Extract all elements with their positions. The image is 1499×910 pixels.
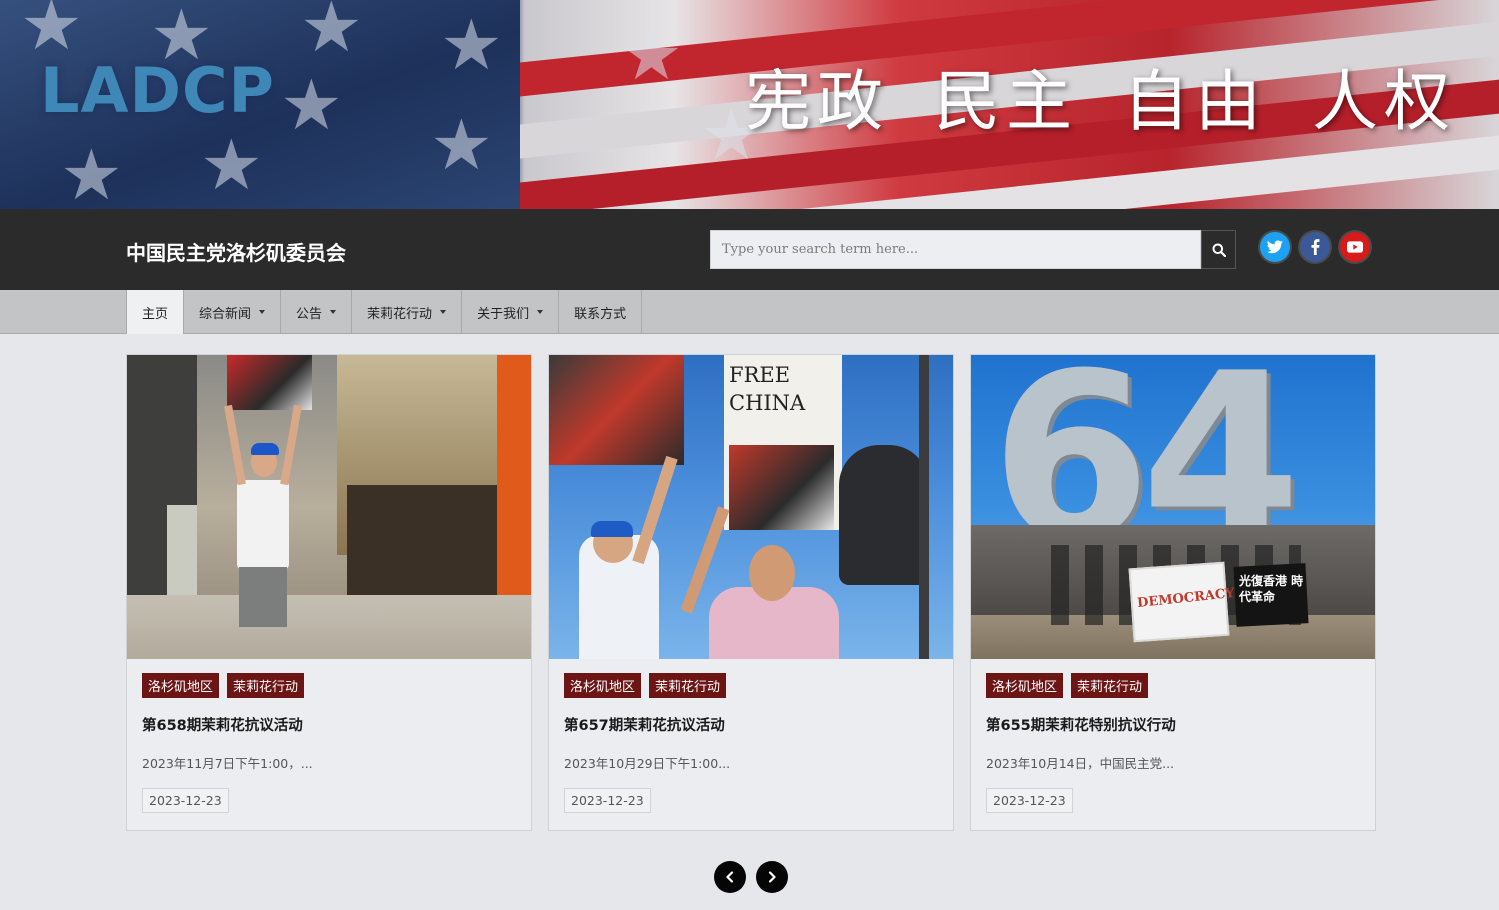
nav-item-label: 茉莉花行动 — [367, 306, 433, 322]
nav-item-label: 联系方式 — [574, 306, 627, 322]
photo-person-shirt — [237, 480, 289, 570]
category-tag[interactable]: 茉莉花行动 — [1071, 673, 1149, 698]
social-links — [1260, 232, 1370, 262]
nav-item-label: 综合新闻 — [199, 306, 252, 322]
star-icon: ★ — [60, 134, 123, 209]
twitter-button[interactable] — [1260, 232, 1290, 262]
nav-item-contact[interactable]: 联系方式 — [559, 290, 643, 334]
photo-person-cap — [251, 443, 279, 455]
nav-item-about[interactable]: 关于我们 — [462, 290, 560, 334]
photo-person-head — [749, 545, 795, 601]
search-input[interactable] — [710, 230, 1201, 269]
nav-item-label: 公告 — [296, 306, 323, 322]
carousel-pager — [714, 861, 788, 893]
star-icon: ★ — [620, 14, 683, 96]
post-thumbnail[interactable]: FREE CHINA — [549, 355, 953, 659]
post-thumbnail[interactable] — [127, 355, 531, 659]
star-icon: ★ — [430, 104, 493, 186]
photo-ground — [127, 595, 531, 659]
twitter-icon — [1267, 240, 1283, 254]
nav-item-announcements[interactable]: 公告 — [281, 290, 353, 334]
star-icon: ★ — [280, 64, 343, 146]
photo-person-shorts — [239, 567, 287, 627]
post-title[interactable]: 第658期茉莉花抗议活动 — [142, 714, 303, 735]
star-icon: ★ — [200, 124, 263, 206]
photo-sign-graphic — [729, 445, 834, 530]
photo-doorway — [347, 485, 497, 595]
caret-down-icon — [537, 310, 544, 314]
post-card: 64 DEMOCRACY 光復香港 時代革命 洛杉矶地区 茉莉花行动 第655期… — [970, 354, 1376, 831]
youtube-button[interactable] — [1340, 232, 1370, 262]
banner-slogan: 宪政 民主 自由 人权 — [745, 63, 1456, 140]
site-title[interactable]: 中国民主党洛杉矶委员会 — [126, 237, 346, 266]
photo-person-cap — [591, 521, 633, 537]
youtube-icon — [1347, 241, 1363, 253]
carousel-next-button[interactable] — [756, 861, 788, 893]
search-button[interactable] — [1201, 230, 1236, 269]
site-header: 中国民主党洛杉矶委员会 — [0, 209, 1499, 290]
ladcp-logo: LADCP — [40, 54, 275, 127]
photo-protest-sign — [227, 355, 312, 410]
search-icon — [1212, 243, 1226, 257]
flag-text: 光復香港 時代革命 — [1239, 574, 1304, 604]
post-date: 2023-12-23 — [986, 788, 1073, 813]
category-tag[interactable]: 茉莉花行动 — [649, 673, 727, 698]
post-title[interactable]: 第655期茉莉花特别抗议行动 — [986, 714, 1176, 735]
star-icon: ★ — [300, 0, 363, 68]
post-date: 2023-12-23 — [564, 788, 651, 813]
photo-person-arm — [280, 404, 302, 486]
facebook-icon — [1311, 239, 1319, 255]
sign-text: FREE CHINA — [729, 363, 806, 415]
chevron-left-icon — [726, 871, 734, 883]
nav-item-home[interactable]: 主页 — [126, 290, 185, 334]
post-carousel: 洛杉矶地区 茉莉花行动 第658期茉莉花抗议活动 2023年11月7日下午1:0… — [126, 354, 1376, 831]
category-tag[interactable]: 洛杉矶地区 — [564, 673, 642, 698]
caret-down-icon — [440, 310, 447, 314]
category-tag[interactable]: 洛杉矶地区 — [142, 673, 220, 698]
post-excerpt: 2023年11月7日下午1:00，... — [142, 756, 313, 771]
category-tag[interactable]: 洛杉矶地区 — [986, 673, 1064, 698]
facebook-button[interactable] — [1300, 232, 1330, 262]
nav-item-news[interactable]: 综合新闻 — [184, 290, 282, 334]
post-card: FREE CHINA 洛杉矶地区 茉莉花行动 第657期茉莉花抗议活动 2023… — [548, 354, 954, 831]
photo-protest-sign — [549, 355, 684, 465]
post-title[interactable]: 第657期茉莉花抗议活动 — [564, 714, 725, 735]
post-excerpt: 2023年10月29日下午1:00... — [564, 756, 731, 771]
photo-pole — [919, 355, 929, 659]
post-card: 洛杉矶地区 茉莉花行动 第658期茉莉花抗议活动 2023年11月7日下午1:0… — [126, 354, 532, 831]
carousel-prev-button[interactable] — [714, 861, 746, 893]
post-thumbnail[interactable]: 64 DEMOCRACY 光復香港 時代革命 — [971, 355, 1375, 659]
caret-down-icon — [330, 310, 337, 314]
chevron-right-icon — [768, 871, 776, 883]
nav-item-jasmine-action[interactable]: 茉莉花行动 — [352, 290, 463, 334]
header-banner: ★ ★ ★ ★ ★ ★ ★ ★ ★ ★ LADCP 宪政 民主 自由 人权 — [0, 0, 1499, 209]
main-navigation: 主页 综合新闻 公告 茉莉花行动 关于我们 联系方式 — [0, 290, 1499, 334]
photo-traffic-light — [839, 445, 929, 585]
photo-person-arm — [224, 404, 246, 486]
nav-item-label: 关于我们 — [477, 306, 530, 322]
star-icon: ★ — [20, 0, 83, 66]
star-icon: ★ — [440, 4, 503, 86]
post-excerpt: 2023年10月14日，中国民主党... — [986, 756, 1175, 771]
caret-down-icon — [259, 310, 266, 314]
nav-item-label: 主页 — [142, 306, 169, 322]
post-date: 2023-12-23 — [142, 788, 229, 813]
search-form — [710, 230, 1236, 269]
category-tag[interactable]: 茉莉花行动 — [227, 673, 305, 698]
